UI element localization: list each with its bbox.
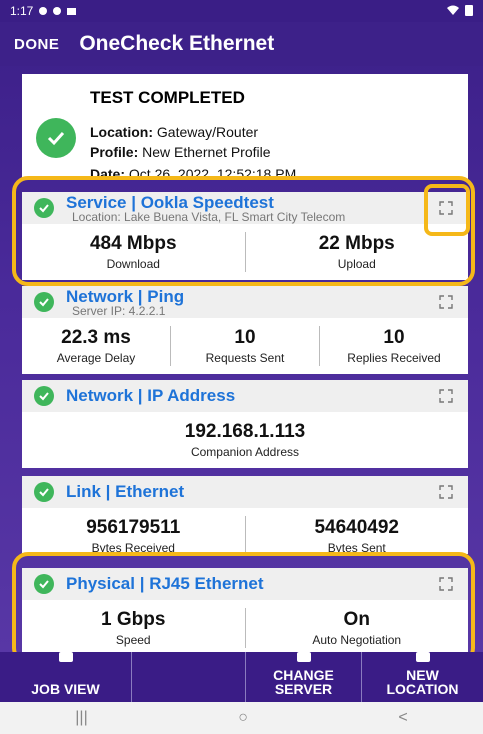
success-check-icon bbox=[36, 118, 76, 158]
location-value: Gateway/Router bbox=[156, 124, 259, 140]
profile-value: New Ethernet Profile bbox=[142, 144, 271, 160]
status-bar: 1:17 bbox=[0, 0, 483, 22]
metric-label: Replies Received bbox=[347, 351, 441, 365]
change-server-label-line2: SERVER bbox=[274, 681, 333, 697]
page-title: OneCheck Ethernet bbox=[79, 32, 275, 55]
status-time: 1:17 bbox=[10, 4, 34, 18]
ip-address-card[interactable]: Network | IP Address 192.168.1.113 Compa… bbox=[22, 380, 468, 468]
metrics-row: 192.168.1.113 Companion Address bbox=[22, 412, 468, 468]
expand-icon[interactable] bbox=[438, 294, 454, 310]
requests-sent-metric: 10 Requests Sent bbox=[171, 326, 320, 366]
bottom-toolbar: JOB VIEW CHANGE SERVER NEW LOCATION bbox=[0, 652, 483, 702]
home-button[interactable]: ○ bbox=[238, 709, 248, 727]
speedtest-highlight bbox=[12, 176, 475, 286]
clipboard-icon bbox=[58, 652, 73, 662]
average-delay-metric: 22.3 ms Average Delay bbox=[22, 326, 171, 366]
job-view-label: JOB VIEW bbox=[31, 681, 100, 697]
done-button[interactable]: DONE bbox=[14, 36, 59, 53]
metric-value: 192.168.1.113 bbox=[184, 421, 306, 442]
app-bar: DONE OneCheck Ethernet bbox=[0, 22, 483, 66]
metric-label: Companion Address bbox=[190, 445, 300, 459]
rj45-highlight bbox=[12, 552, 475, 664]
expand-highlight bbox=[424, 184, 470, 236]
check-icon bbox=[34, 482, 54, 502]
metric-value: 22.3 ms bbox=[61, 327, 131, 348]
location-line: Location: Gateway/Router bbox=[90, 124, 258, 140]
metrics-row: 22.3 ms Average Delay 10 Requests Sent 1… bbox=[22, 318, 468, 374]
notification-icon bbox=[39, 7, 48, 15]
card-header: Network | IP Address bbox=[22, 380, 468, 412]
card-header: Link | Ethernet bbox=[22, 476, 468, 508]
link-ethernet-card[interactable]: Link | Ethernet 956179511 Bytes Received… bbox=[22, 476, 468, 554]
sync-icon bbox=[53, 7, 62, 15]
check-icon bbox=[34, 386, 54, 406]
test-summary-card: TEST COMPLETED Location: Gateway/Router … bbox=[22, 74, 468, 180]
card-title: Link | Ethernet bbox=[66, 482, 185, 501]
change-server-button[interactable]: CHANGE SERVER bbox=[246, 652, 362, 702]
job-view-button[interactable]: JOB VIEW bbox=[0, 652, 132, 702]
server-icon bbox=[296, 652, 311, 662]
metric-value: 956179511 bbox=[86, 517, 181, 538]
bytes-sent-metric: 54640492 Bytes Sent bbox=[246, 516, 469, 554]
location-icon bbox=[415, 652, 430, 662]
location-label: Location: bbox=[90, 124, 153, 140]
wifi-icon bbox=[447, 4, 459, 18]
metric-label: Average Delay bbox=[56, 351, 136, 365]
metric-label: Requests Sent bbox=[205, 351, 285, 365]
metric-value: 54640492 bbox=[314, 517, 400, 538]
back-button[interactable]: < bbox=[398, 709, 407, 727]
new-location-label-line1: NEW bbox=[406, 667, 439, 683]
check-icon bbox=[34, 292, 54, 312]
profile-label: Profile: bbox=[90, 144, 139, 160]
profile-line: Profile: New Ethernet Profile bbox=[90, 144, 271, 160]
recent-apps-button[interactable]: ||| bbox=[75, 709, 87, 727]
change-server-label-line1: CHANGE bbox=[273, 667, 334, 683]
companion-address-metric: 192.168.1.113 Companion Address bbox=[22, 420, 468, 460]
new-location-label-line2: LOCATION bbox=[386, 681, 459, 697]
expand-icon[interactable] bbox=[438, 484, 454, 500]
replies-received-metric: 10 Replies Received bbox=[320, 326, 468, 366]
metric-value: 10 bbox=[383, 327, 405, 348]
toolbar-spacer bbox=[132, 652, 246, 702]
metrics-row: 956179511 Bytes Received 54640492 Bytes … bbox=[22, 508, 468, 554]
metric-value: 10 bbox=[234, 327, 256, 348]
system-nav-bar: ||| ○ < bbox=[0, 702, 483, 734]
card-subtitle: Server IP: 4.2.2.1 bbox=[72, 304, 166, 318]
battery-icon bbox=[465, 4, 473, 19]
card-title: Network | IP Address bbox=[66, 386, 236, 405]
ping-card[interactable]: Network | Ping Server IP: 4.2.2.1 22.3 m… bbox=[22, 286, 468, 374]
expand-icon[interactable] bbox=[438, 388, 454, 404]
new-location-button[interactable]: NEW LOCATION bbox=[362, 652, 483, 702]
bytes-received-metric: 956179511 Bytes Received bbox=[22, 516, 246, 554]
test-status-heading: TEST COMPLETED bbox=[90, 88, 245, 107]
message-icon bbox=[67, 7, 77, 15]
card-header: Network | Ping Server IP: 4.2.2.1 bbox=[22, 286, 468, 318]
phone-screen: 1:17 DONE OneCheck Ethernet TEST COMPLET… bbox=[0, 0, 483, 734]
